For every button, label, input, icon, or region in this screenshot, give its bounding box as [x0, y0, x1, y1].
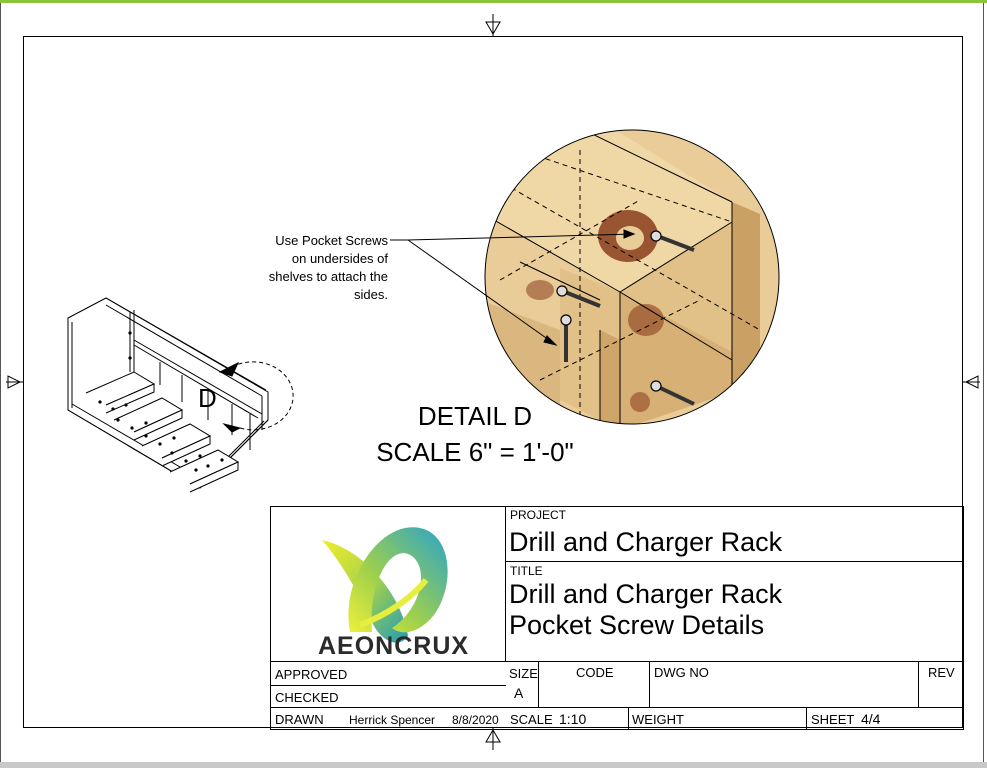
title-label: TITLE [510, 564, 543, 578]
dwg-no-label: DWG NO [654, 665, 709, 680]
divider [649, 661, 651, 708]
project-label: PROJECT [510, 508, 567, 522]
detail-title-scale: SCALE 6" = 1'-0" [376, 437, 574, 467]
sheet-value: 4/4 [861, 711, 881, 727]
divider [270, 685, 506, 687]
divider [270, 707, 964, 709]
detail-marker: D [198, 383, 217, 413]
note-line: on undersides of [291, 251, 388, 266]
rack-isometric-view [67, 297, 269, 493]
code-label: CODE [576, 665, 614, 680]
title-line-2: Pocket Screw Details [509, 610, 765, 640]
note-line: sides. [354, 287, 388, 302]
logo-text: AEONCRUX [318, 632, 470, 660]
size-label: SIZE [509, 666, 538, 681]
divider [628, 707, 630, 730]
title-line-1: Drill and Charger Rack [509, 579, 783, 609]
drawn-by: Herrick Spencer [349, 713, 436, 727]
center-mark-left [6, 375, 23, 389]
scale-label: SCALE [510, 712, 553, 727]
center-mark-top [485, 14, 501, 36]
divider [918, 661, 920, 708]
sheet-label: SHEET [811, 712, 855, 727]
center-mark-right [963, 375, 980, 389]
divider [806, 707, 808, 730]
detail-title-name: DETAIL D [417, 401, 533, 431]
divider [538, 661, 540, 708]
note-line: Use Pocket Screws [275, 233, 388, 248]
project-value: Drill and Charger Rack [509, 527, 783, 557]
drawn-label: DRAWN [275, 712, 324, 727]
drawn-date: 8/8/2020 [452, 713, 499, 727]
approved-label: APPROVED [275, 667, 348, 682]
scale-value: 1:10 [559, 711, 587, 727]
weight-label: WEIGHT [632, 712, 684, 727]
pocket-screw-note: Use Pocket Screws on undersides of shelv… [238, 232, 388, 304]
rev-label: REV [928, 665, 955, 680]
detail-title: DETAIL D SCALE 6" = 1'-0" [340, 398, 610, 470]
note-line: shelves to attach the [268, 269, 388, 284]
divider [270, 661, 964, 663]
center-mark-bottom [485, 728, 501, 750]
detail-d-image [485, 130, 779, 424]
size-value: A [514, 685, 524, 701]
checked-label: CHECKED [275, 690, 339, 705]
